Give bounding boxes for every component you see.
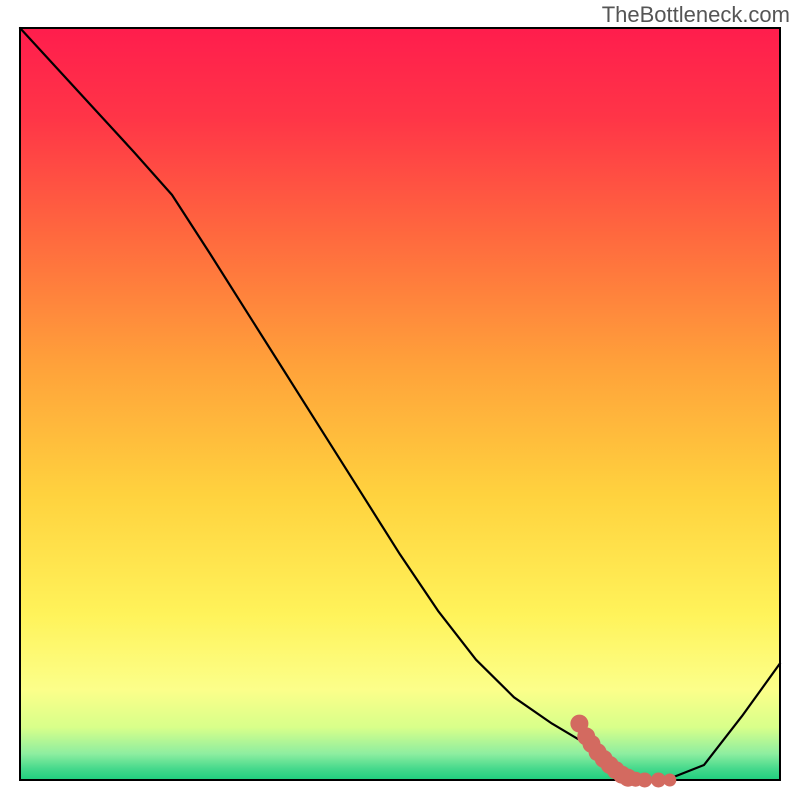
highlight-point (663, 774, 676, 787)
chart-svg (0, 0, 800, 800)
attribution-text: TheBottleneck.com (602, 2, 790, 28)
chart-frame: TheBottleneck.com (0, 0, 800, 800)
highlight-point (637, 773, 652, 788)
plot-area-bg (20, 28, 780, 780)
